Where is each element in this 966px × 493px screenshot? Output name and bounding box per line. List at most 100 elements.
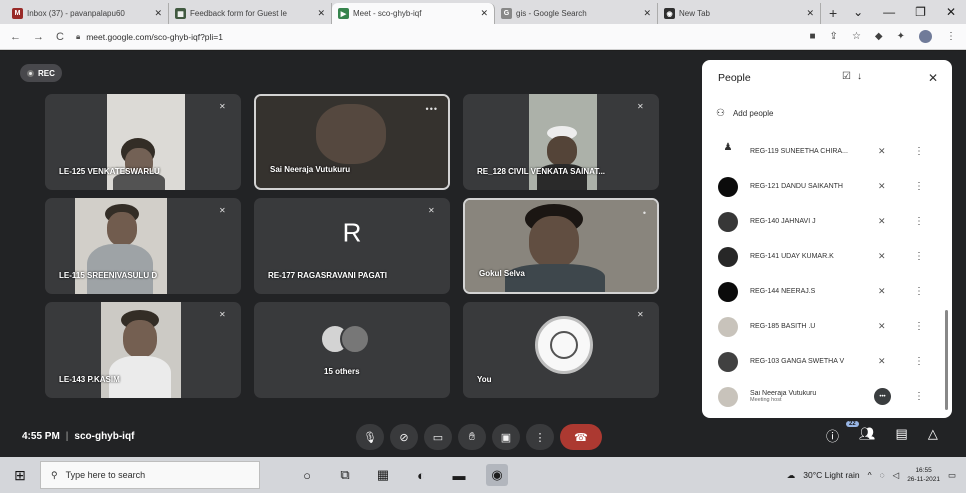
weather-text[interactable]: 30°C Light rain	[803, 470, 859, 480]
reload-icon[interactable]: C	[56, 31, 64, 43]
avatar	[340, 324, 370, 354]
taskbar-search[interactable]: ⚲ Type here to search	[40, 461, 260, 489]
back-icon[interactable]: ←	[10, 31, 21, 43]
close-icon[interactable]: ✕	[480, 8, 488, 19]
list-item[interactable]: REG-144 NEERAJ.S ✕ ⋮	[702, 274, 952, 309]
more-options-icon[interactable]: •	[643, 208, 647, 218]
chevron-up-icon[interactable]: ^	[868, 470, 872, 480]
list-item[interactable]: REG-141 UDAY KUMAR.K ✕ ⋮	[702, 239, 952, 274]
file-explorer-icon[interactable]: ▬	[448, 464, 470, 486]
close-icon[interactable]: ✕	[928, 71, 938, 85]
task-view-icon[interactable]: ⧉	[334, 464, 356, 486]
forward-icon[interactable]: →	[33, 31, 44, 43]
close-icon[interactable]: ✕	[154, 8, 162, 19]
maximize-button[interactable]: ❐	[915, 5, 926, 19]
mic-button[interactable]: 🎙︎	[356, 424, 384, 450]
host-label: Meeting host	[750, 397, 782, 403]
raise-hand-button[interactable]: ✋︎	[458, 424, 486, 450]
participant-name: Sai Neeraja Vutukuru	[270, 165, 351, 174]
mic-off-icon: ✕	[637, 102, 644, 111]
close-icon[interactable]: ✕	[806, 8, 814, 19]
people-icon[interactable]: 👥︎	[859, 426, 876, 445]
tab-new-tab[interactable]: ◉ New Tab ✕	[658, 3, 821, 24]
extension-icon[interactable]: ◆	[875, 31, 883, 42]
minimize-button[interactable]: —	[883, 5, 895, 19]
more-options-icon[interactable]: ⋮	[914, 251, 924, 262]
tab-feedback-form[interactable]: ▦ Feedback form for Guest le ✕	[169, 3, 332, 24]
more-options-icon[interactable]: ⋮	[914, 146, 924, 157]
list-item[interactable]: Sai Neeraja Vutukuru Meeting host ••• ⋮	[702, 379, 952, 414]
more-options-icon[interactable]: ⋮	[914, 391, 924, 402]
mic-off-icon: ✕	[219, 206, 226, 215]
video-tile[interactable]: ✕ You	[463, 302, 659, 398]
more-options-icon[interactable]: •••	[426, 104, 438, 114]
host-controls-icon[interactable]: ☑	[842, 71, 851, 82]
captions-button[interactable]: ▭	[424, 424, 452, 450]
video-tile[interactable]: • Gokul Selva	[463, 198, 659, 294]
avatar	[718, 316, 738, 337]
video-tile[interactable]: ✕ LE-143 P.KASIM	[45, 302, 241, 398]
participant-name: RE-177 RAGASRAVANI PAGATI	[268, 271, 387, 280]
more-options-icon[interactable]: ⋮	[914, 286, 924, 297]
calendar-icon[interactable]: ▦	[372, 464, 394, 486]
menu-icon[interactable]: ⋮	[946, 31, 956, 42]
windows-taskbar: ⊞ ⚲ Type here to search ○ ⧉ ▦ ◐ ▬ ◉ ☁ 30…	[0, 457, 966, 493]
video-tile[interactable]: ••• Sai Neeraja Vutukuru	[254, 94, 450, 190]
edge-icon[interactable]: ◐	[410, 464, 432, 486]
list-item[interactable]: REG-185 BASITH .U ✕ ⋮	[702, 309, 952, 344]
info-icon[interactable]: ⓘ	[826, 426, 839, 445]
close-icon[interactable]: ✕	[317, 8, 325, 19]
profile-avatar[interactable]	[919, 30, 932, 43]
video-tile[interactable]: ✕ LE-115 SREENIVASULU D	[45, 198, 241, 294]
mic-off-icon: ✕	[878, 251, 886, 261]
tab-gmail[interactable]: M Inbox (37) - pavanpalapu60 ✕	[6, 3, 169, 24]
new-tab-button[interactable]: +	[829, 5, 837, 21]
avatar-letter: R	[342, 217, 362, 248]
speaker-icon[interactable]: ◁	[893, 470, 900, 481]
list-item[interactable]: ♟ REG-119 SUNEETHA CHIRA... ✕ ⋮	[702, 134, 952, 169]
windows-start-icon[interactable]: ⊞	[0, 467, 40, 484]
download-icon[interactable]: ↓	[857, 71, 862, 82]
puzzle-icon[interactable]: ✦	[897, 31, 905, 42]
more-options-button[interactable]: ⋮	[526, 424, 554, 450]
list-item[interactable]: REG-103 GANGA SWETHA V ✕ ⋮	[702, 344, 952, 379]
tab-search-icon[interactable]: ⌄	[853, 5, 863, 19]
tab-google-search[interactable]: G gis - Google Search ✕	[495, 3, 658, 24]
url-field[interactable]: 🔒︎ meet.google.com/sco-ghyb-iqf?pli=1	[76, 28, 696, 46]
tab-title: Meet - sco-ghyb-iqf	[353, 9, 422, 18]
list-item[interactable]: REG-121 DANDU SAIKANTH ✕ ⋮	[702, 169, 952, 204]
bookmark-star-icon[interactable]: ☆	[852, 31, 861, 42]
cortana-icon[interactable]: ○	[296, 464, 318, 486]
google-icon: G	[501, 8, 512, 19]
clock[interactable]: 16:55 26-11-2021	[907, 466, 940, 484]
video-tile[interactable]: ✕ RE_128 CIVIL VENKATA SAINAT...	[463, 94, 659, 190]
chrome-icon[interactable]: ◉	[486, 464, 508, 486]
share-icon[interactable]: ⇪	[830, 31, 838, 42]
notification-icon[interactable]: ▭	[948, 470, 956, 481]
more-options-icon[interactable]: ⋮	[914, 216, 924, 227]
close-window-button[interactable]: ✕	[946, 5, 956, 19]
meeting-time: 4:55 PM	[22, 431, 60, 442]
network-icon[interactable]: ◌	[880, 470, 885, 480]
video-tile[interactable]: R ✕ RE-177 RAGASRAVANI PAGATI	[254, 198, 450, 294]
tab-meet[interactable]: ▶ Meet - sco-ghyb-iqf ✕	[332, 3, 495, 24]
video-tile[interactable]: 15 others	[254, 302, 450, 398]
camera-icon[interactable]: ■	[810, 31, 816, 42]
weather-icon[interactable]: ☁	[787, 470, 796, 481]
more-options-icon[interactable]: ⋮	[914, 321, 924, 332]
leave-call-button[interactable]: ☎	[560, 424, 602, 450]
chat-icon[interactable]: ▤	[896, 426, 908, 445]
activities-icon[interactable]: △	[928, 426, 938, 445]
close-icon[interactable]: ✕	[643, 8, 651, 19]
add-people-button[interactable]: ⚇ Add people	[716, 108, 773, 119]
camera-button[interactable]: ⊘	[390, 424, 418, 450]
present-button[interactable]: ▣	[492, 424, 520, 450]
video-tile[interactable]: ✕ LE-125 VENKATESWARLU	[45, 94, 241, 190]
participant-name: You	[477, 375, 492, 384]
scrollbar[interactable]	[945, 310, 948, 410]
more-options-icon[interactable]: ⋮	[914, 181, 924, 192]
more-options-icon[interactable]: ⋮	[914, 356, 924, 367]
avatar	[718, 386, 738, 407]
avatar	[718, 246, 738, 267]
list-item[interactable]: REG-140 JAHNAVI J ✕ ⋮	[702, 204, 952, 239]
